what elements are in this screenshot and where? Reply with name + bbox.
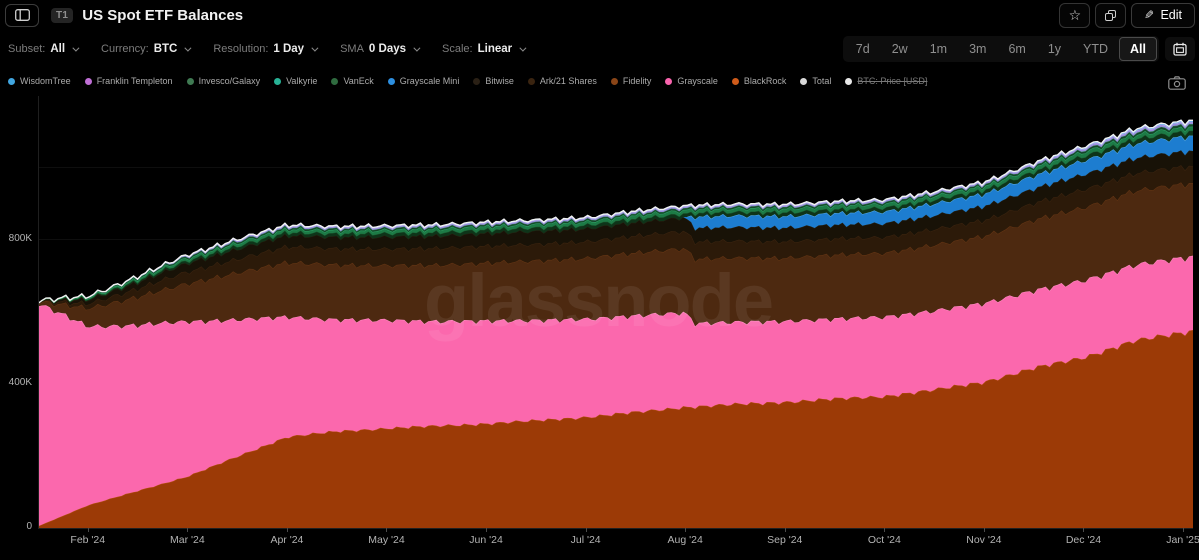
legend-label: VanEck: [343, 76, 374, 86]
legend-item-fidelity[interactable]: Fidelity: [610, 76, 652, 86]
filter-label: Scale:: [442, 43, 473, 55]
copy-icon: [1105, 9, 1117, 21]
legend-dot-icon: [473, 77, 481, 85]
range-button-2w[interactable]: 2w: [881, 37, 919, 61]
legend-item-valkyrie[interactable]: Valkyrie: [274, 76, 317, 86]
legend-dot-icon: [731, 77, 739, 85]
date-picker-button[interactable]: [1165, 37, 1195, 61]
star-icon: ☆: [1068, 7, 1082, 23]
filter-sma[interactable]: SMA 0 Days: [340, 43, 421, 55]
legend-dot-icon: [527, 77, 535, 85]
legend-item-blackrock[interactable]: BlackRock: [731, 76, 787, 86]
legend-label: Grayscale: [677, 76, 718, 86]
legend-item-total[interactable]: Total: [800, 76, 831, 86]
range-button-all[interactable]: All: [1119, 37, 1157, 61]
filter-label: Resolution:: [213, 43, 269, 55]
pencil-icon: ✎: [1144, 8, 1155, 22]
header-actions: ☆ ✎ Edit: [1059, 2, 1195, 28]
legend-label: Grayscale Mini: [399, 76, 460, 86]
legend-label: Invesco/Galaxy: [198, 76, 261, 86]
range-button-7d[interactable]: 7d: [845, 37, 881, 61]
legend-label: Bitwise: [485, 76, 514, 86]
chart-tag-badge: T1: [51, 7, 74, 23]
legend-label: Ark/21 Shares: [539, 76, 597, 86]
filter-label: SMA: [340, 43, 364, 55]
filter-value: All: [50, 43, 66, 55]
legend-label: Valkyrie: [286, 76, 318, 86]
page-title: US Spot ETF Balances: [82, 6, 244, 24]
legend-dot-icon: [800, 77, 808, 85]
filter-value: Linear: [477, 43, 513, 55]
chevron-down-icon: [184, 44, 192, 52]
filter-currency[interactable]: Currency: BTC: [101, 43, 192, 55]
sidebar-toggle-button[interactable]: [5, 3, 39, 27]
legend-item-bitwise[interactable]: Bitwise: [473, 76, 514, 86]
screenshot-button[interactable]: [1168, 76, 1186, 90]
filter-value: BTC: [153, 43, 178, 55]
panel-left-icon: [14, 9, 30, 21]
header-bar: T1 US Spot ETF Balances ☆ ✎ Edit: [5, 2, 1195, 28]
legend-dot-icon: [331, 77, 339, 85]
legend-dot-icon: [387, 77, 395, 85]
chevron-down-icon: [311, 44, 319, 52]
legend-label: Total: [812, 76, 832, 86]
legend-dot-icon: [186, 77, 194, 85]
chevron-down-icon: [72, 44, 80, 52]
chart-legend: WisdomTree Franklin Templeton Invesco/Gala…: [8, 75, 1155, 87]
filter-scale[interactable]: Scale: Linear: [442, 43, 527, 55]
range-button-1y[interactable]: 1y: [1037, 37, 1072, 61]
camera-icon: [1168, 76, 1186, 90]
legend-item-franklin-templeton[interactable]: Franklin Templeton: [84, 76, 173, 86]
legend-dot-icon: [610, 77, 618, 85]
legend-dot-icon: [84, 77, 92, 85]
legend-dot-icon: [8, 77, 15, 85]
legend-label: BlackRock: [743, 76, 787, 86]
legend-label: BTC: Price [USD]: [857, 76, 928, 86]
legend-item-wisdomtree[interactable]: WisdomTree: [8, 76, 71, 86]
legend-label: Fidelity: [622, 76, 652, 86]
legend-item-ark-21-shares[interactable]: Ark/21 Shares: [527, 76, 597, 86]
legend-item-invesco-galaxy[interactable]: Invesco/Galaxy: [186, 76, 261, 86]
calendar-icon: [1173, 42, 1187, 56]
filter-label: Currency:: [101, 43, 149, 55]
filter-value: 0 Days: [368, 43, 407, 55]
filter-value: 1 Day: [273, 43, 305, 55]
range-button-6m[interactable]: 6m: [997, 37, 1036, 61]
legend-item-grayscale[interactable]: Grayscale: [665, 76, 718, 86]
filter-subset[interactable]: Subset: All: [8, 43, 80, 55]
legend-item-btc--price--usd-[interactable]: BTC: Price [USD]: [845, 76, 927, 86]
copy-button[interactable]: [1095, 2, 1127, 28]
legend-dot-icon: [665, 77, 673, 85]
chevron-down-icon: [413, 44, 421, 52]
time-range-group: 7d 2w 1m 3m 6m 1y YTD All: [842, 36, 1159, 62]
time-range-toolbar: 7d 2w 1m 3m 6m 1y YTD All: [842, 36, 1195, 62]
legend-dot-icon: [845, 77, 853, 85]
filter-toolbar: Subset: All Currency: BTC Resolution: 1 Day SM…: [8, 40, 527, 58]
range-button-3m[interactable]: 3m: [958, 37, 997, 61]
filter-resolution[interactable]: Resolution: 1 Day: [213, 43, 319, 55]
filter-label: Subset:: [8, 43, 46, 55]
legend-dot-icon: [274, 77, 282, 85]
legend-label: Franklin Templeton: [96, 76, 173, 86]
legend-label: WisdomTree: [20, 76, 71, 86]
favorite-button[interactable]: ☆: [1059, 2, 1091, 28]
range-button-ytd[interactable]: YTD: [1072, 37, 1119, 61]
edit-button-label: Edit: [1160, 8, 1182, 22]
range-button-1m[interactable]: 1m: [919, 37, 958, 61]
legend-item-grayscale-mini[interactable]: Grayscale Mini: [387, 76, 460, 86]
legend-item-vaneck[interactable]: VanEck: [331, 76, 374, 86]
edit-button[interactable]: ✎ Edit: [1131, 2, 1195, 28]
